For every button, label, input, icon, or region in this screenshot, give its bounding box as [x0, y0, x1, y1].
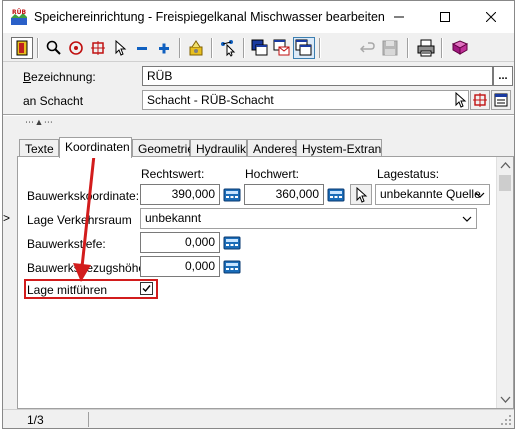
resize-grip-icon[interactable] — [500, 414, 512, 426]
record-position: 1/3 — [27, 413, 44, 427]
status-bar: 1/3 — [3, 409, 514, 428]
status-divider — [88, 412, 89, 427]
annotation-arrow — [73, 154, 96, 282]
tab-koordinaten[interactable]: Koordinaten — [59, 137, 132, 158]
dialog-window: RÜB Speichereinrichtung - Freispiegelkan… — [2, 0, 515, 429]
